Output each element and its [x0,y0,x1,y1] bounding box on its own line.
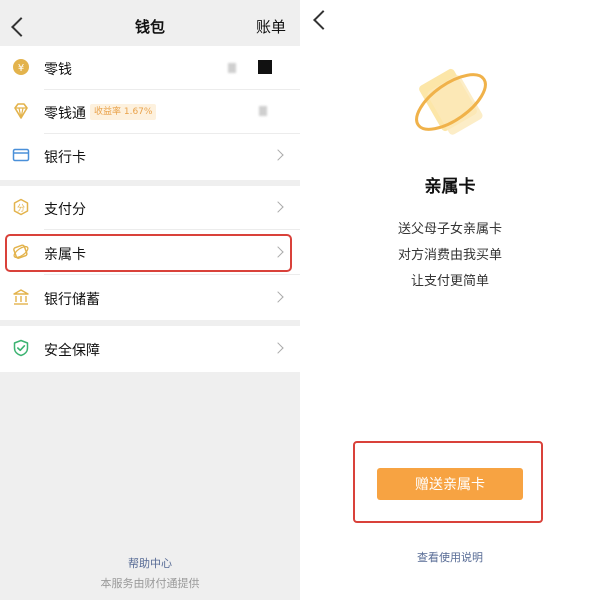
family-card-title: 亲属卡 [424,177,476,197]
bill-link[interactable]: 账单 [256,16,286,37]
wallet-group-security: 安全保障 [0,326,300,372]
chevron-right-icon [272,291,284,303]
wallet-group-balance: ¥ 零钱 零钱通 收益率 1.67% 银行卡 [0,46,300,180]
wallet-item-change[interactable]: ¥ 零钱 [0,46,300,90]
provider-text: 本服务由财付通提供 [100,577,200,590]
description-line-3: 让支付更简单 [410,274,489,289]
description-line-2: 对方消费由我买单 [397,248,502,263]
wallet-item-label: 零钱 [44,62,72,78]
chevron-right-icon [272,149,284,161]
family-card-illustration [415,68,487,135]
wallet-topbar: 钱包 账单 [0,0,300,52]
chevron-right-icon [272,342,284,354]
help-center-link[interactable]: 帮助中心 [0,555,300,571]
redacted-balance-mark [258,60,272,74]
usage-instructions-link[interactable]: 查看使用说明 [300,549,600,565]
wallet-item-label: 银行卡 [44,150,86,166]
back-arrow-icon[interactable] [313,10,333,30]
diamond-icon [14,103,28,119]
score-icon: 分 [13,198,29,216]
svg-text:分: 分 [17,204,25,213]
wallet-screen: 钱包 账单 ¥ 零钱 零钱通 收益率 1.67% 银行卡 分 支付分 亲属卡 银… [0,0,300,600]
screen: 钱包 账单 ¥ 零钱 零钱通 收益率 1.67% 银行卡 分 支付分 亲属卡 银… [0,0,600,600]
bank-card-icon [12,148,30,162]
chevron-right-icon [272,201,284,213]
row-divider [44,229,300,230]
wallet-item-security[interactable]: 安全保障 [0,327,300,371]
wallet-item-label: 零钱通 [44,106,86,122]
wallet-item-label: 银行储蓄 [44,292,100,308]
bank-building-icon [13,289,29,305]
wallet-item-bank-savings[interactable]: 银行储蓄 [0,276,300,320]
wallet-item-bank-card[interactable]: 银行卡 [0,134,300,178]
yield-badge: 收益率 1.67% [90,104,157,120]
wallet-item-label: 支付分 [44,202,86,218]
family-card-screen: 亲属卡 送父母子女亲属卡 对方消费由我买单 让支付更简单 赠送亲属卡 查看使用说… [300,0,600,600]
send-family-card-button[interactable]: 赠送亲属卡 [377,468,523,500]
family-card-highlight [5,234,292,272]
redacted-balance [259,106,267,116]
description-line-1: 送父母子女亲属卡 [397,222,502,237]
shield-check-icon [13,339,29,357]
redacted-balance [228,63,236,73]
row-divider [44,274,300,275]
wallet-item-label: 安全保障 [44,343,100,359]
coin-yen-icon: ¥ [13,59,29,75]
wallet-item-pay-score[interactable]: 分 支付分 [0,186,300,230]
wallet-item-lingqiantong[interactable]: 零钱通 收益率 1.67% [0,90,300,134]
svg-text:¥: ¥ [18,63,24,74]
